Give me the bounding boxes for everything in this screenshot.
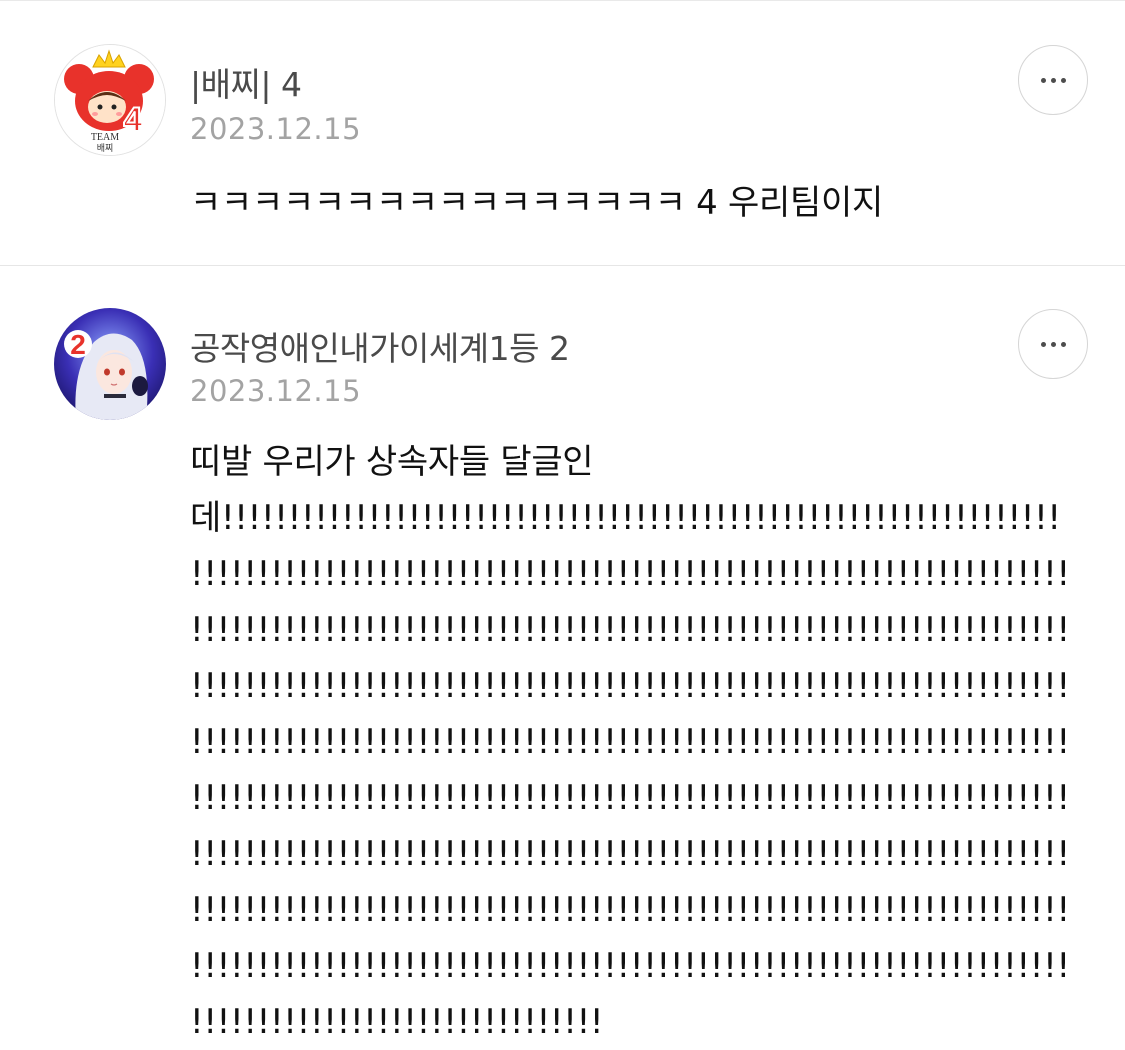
avatar-badge-number: 4 bbox=[124, 101, 143, 139]
avatar-caption-team: TEAM bbox=[91, 132, 119, 143]
comment-item: 2 공작영애인내가이세계1등 2 2023.12.15 띠발 우리가 상속자들 … bbox=[0, 266, 1125, 1042]
more-horizontal-icon-dot bbox=[1050, 341, 1056, 347]
comment-body: ㅋㅋㅋㅋㅋㅋㅋㅋㅋㅋㅋㅋㅋㅋㅋㅋ 4 우리팀이지 bbox=[190, 183, 883, 223]
avatar[interactable]: 4 TEAM 배찌 bbox=[54, 44, 166, 156]
more-horizontal-icon-dot bbox=[1060, 77, 1066, 83]
avatar-team-bazzi-image: 4 TEAM 배찌 bbox=[55, 45, 165, 155]
avatar[interactable]: 2 bbox=[54, 308, 166, 420]
comment-body: 띠발 우리가 상속자들 달글인 데!!!!!!!!!!!!!!!!!!!!!!!… bbox=[190, 442, 1070, 1042]
more-horizontal-icon bbox=[1040, 341, 1046, 347]
more-options-button[interactable] bbox=[1018, 309, 1088, 379]
comment-date: 2023.12.15 bbox=[190, 112, 362, 146]
comment-date: 2023.12.15 bbox=[190, 374, 362, 408]
comment-author[interactable]: |배찌| 4 bbox=[190, 58, 302, 106]
avatar-anime-portrait-image: 2 bbox=[54, 308, 166, 420]
more-horizontal-icon bbox=[1040, 77, 1046, 83]
more-horizontal-icon-dot bbox=[1060, 341, 1066, 347]
comment-item: 4 TEAM 배찌 |배찌| 4 2023.12.15 ㅋㅋㅋㅋㅋㅋㅋㅋㅋㅋㅋㅋ… bbox=[0, 0, 1125, 266]
more-options-button[interactable] bbox=[1018, 45, 1088, 115]
avatar-caption-name: 배찌 bbox=[97, 143, 114, 154]
avatar-badge-number: 2 bbox=[70, 329, 86, 360]
more-horizontal-icon-dot bbox=[1050, 77, 1056, 83]
comment-author[interactable]: 공작영애인내가이세계1등 2 bbox=[190, 322, 570, 370]
